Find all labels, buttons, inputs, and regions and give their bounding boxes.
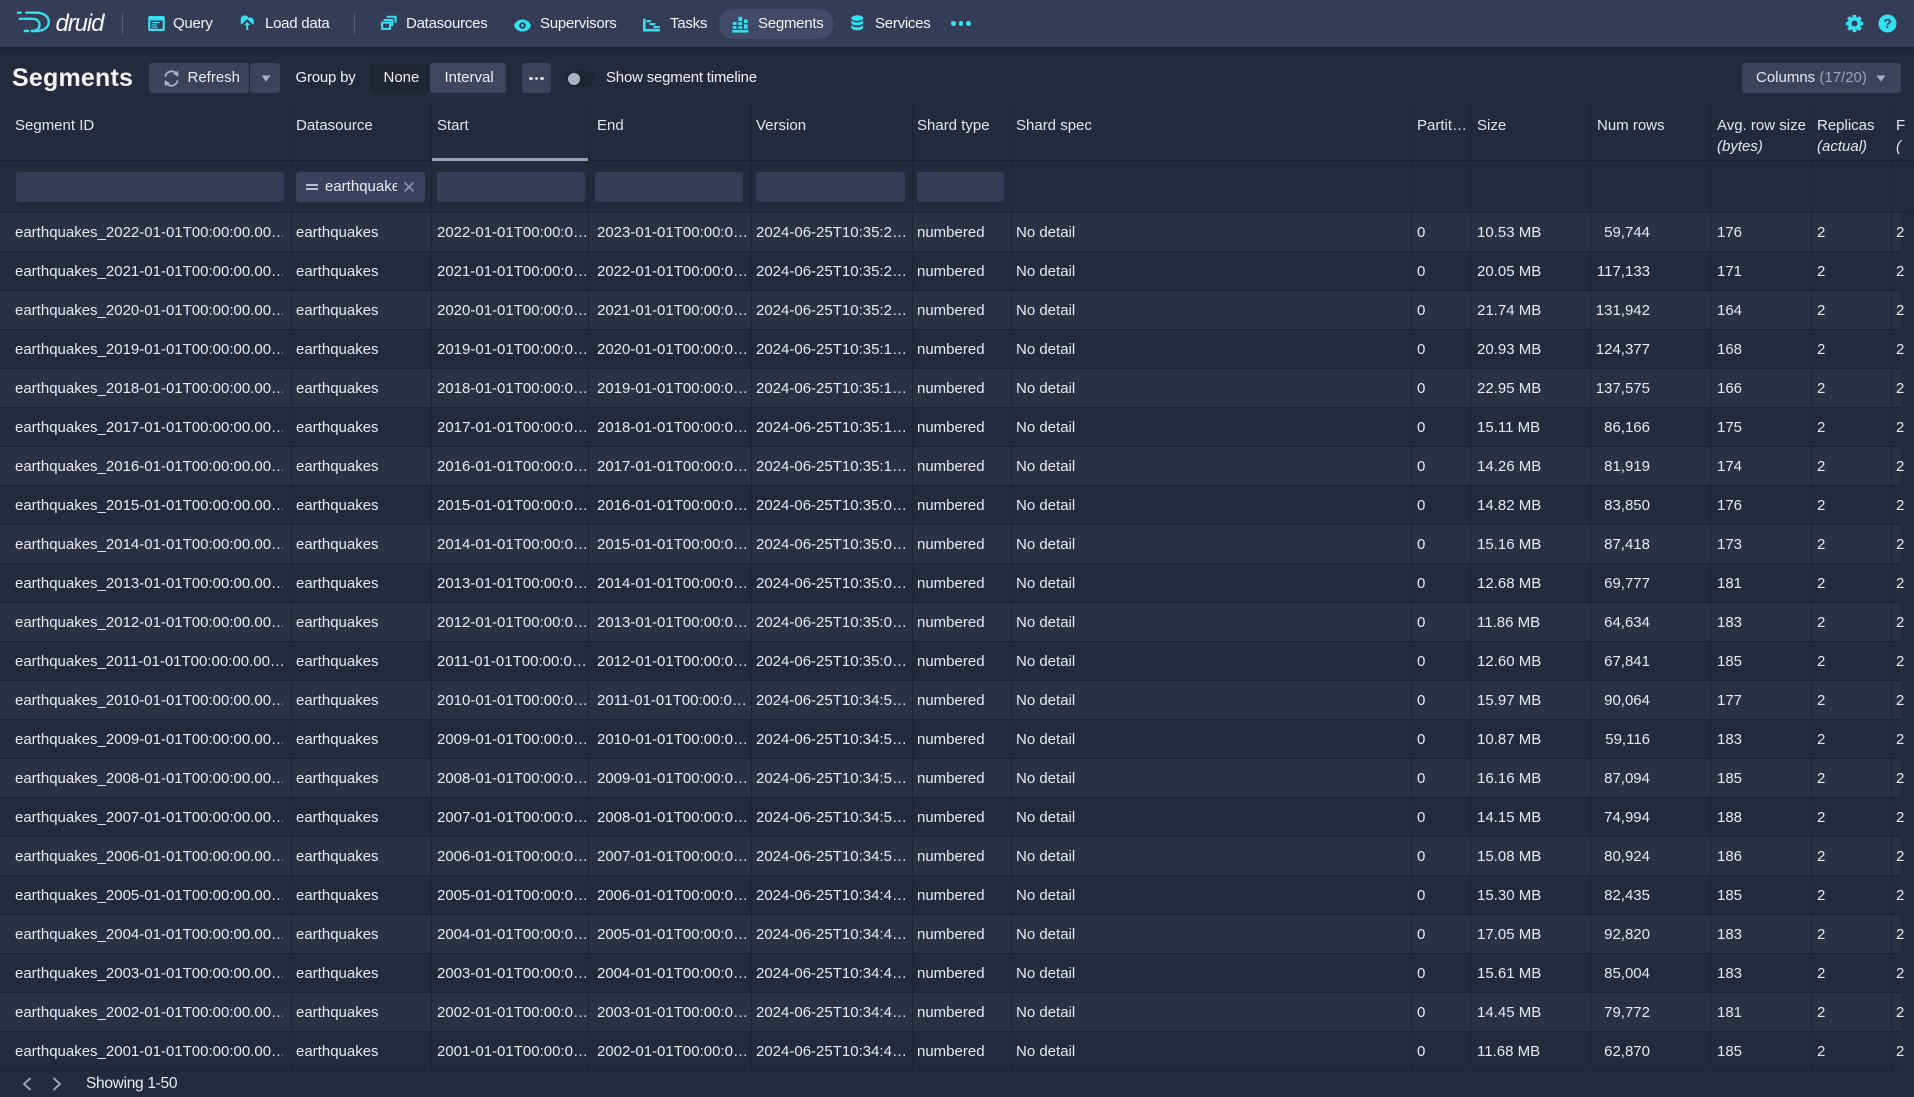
svg-text:?: ? <box>1883 16 1891 31</box>
